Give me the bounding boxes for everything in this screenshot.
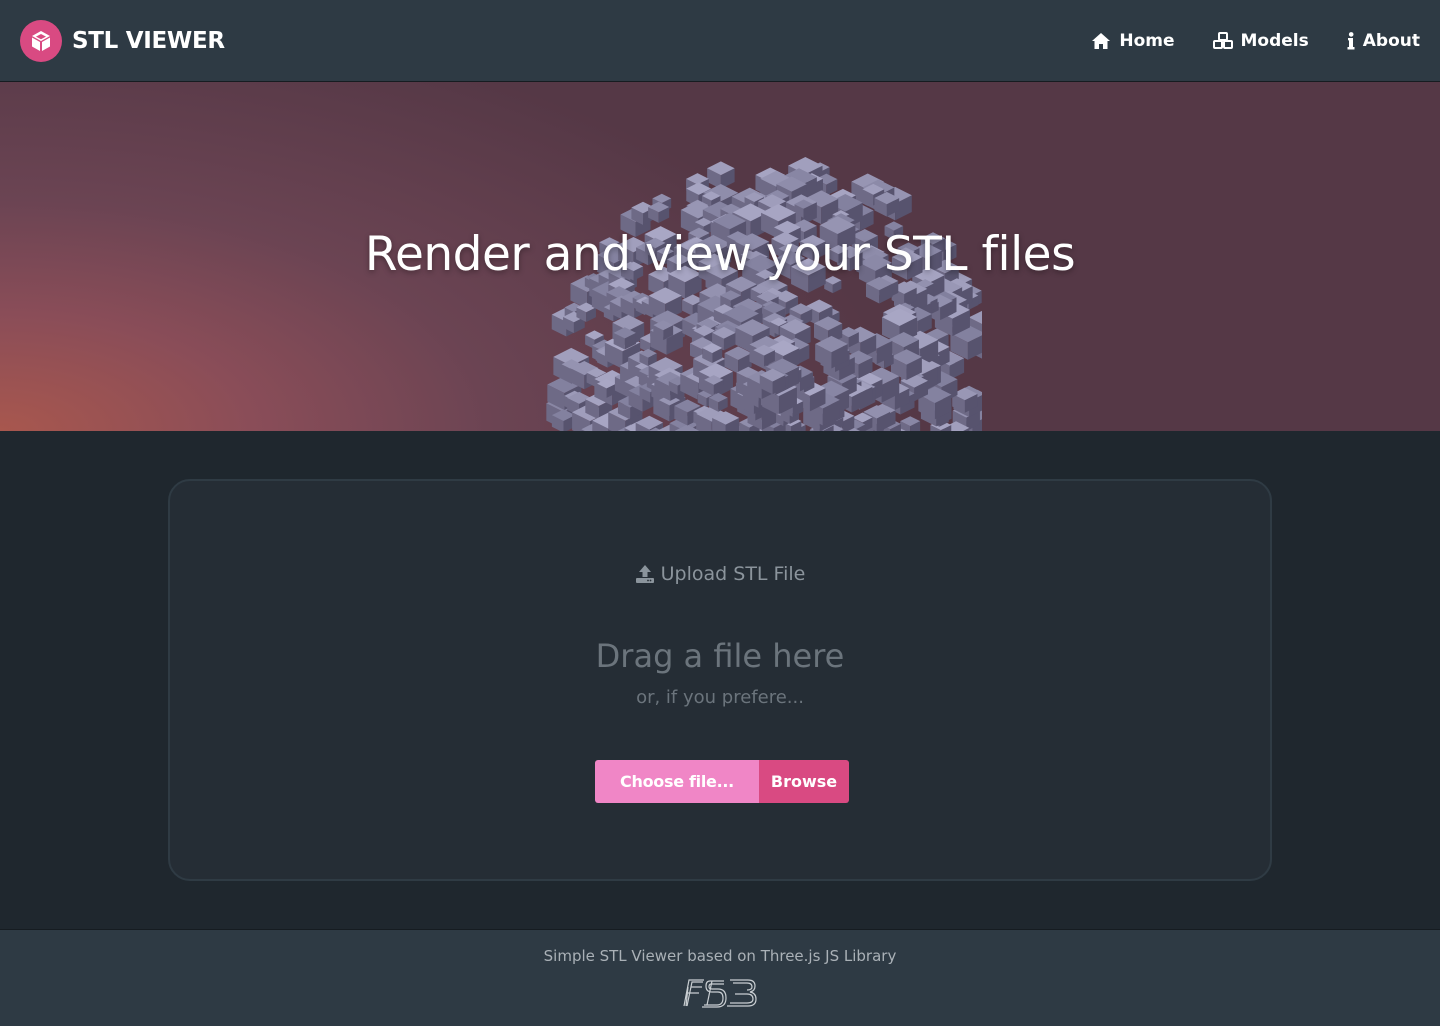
file-picker[interactable]: Choose file... Browse <box>595 760 849 803</box>
cube-shape <box>900 416 921 431</box>
browse-button[interactable]: Browse <box>759 760 849 803</box>
brand[interactable]: STL VIEWER <box>20 20 225 62</box>
drag-title: Drag a file here <box>595 637 845 675</box>
nav-home[interactable]: Home <box>1091 28 1175 54</box>
drag-subtitle: or, if you prefere... <box>636 687 804 708</box>
upload-heading: Upload STL File <box>170 563 1270 585</box>
upload-heading-label: Upload STL File <box>660 563 806 585</box>
choose-file-input[interactable]: Choose file... <box>595 760 759 803</box>
hero-title: Render and view your STL files <box>364 227 1076 282</box>
fesb-logo <box>683 979 757 1008</box>
brand-name: STL VIEWER <box>72 28 225 54</box>
upload-dropzone[interactable]: Upload STL File Drag a file here or, if … <box>168 479 1272 881</box>
nav-models[interactable]: Models <box>1212 28 1309 54</box>
main-nav: Home Models About <box>1091 28 1420 54</box>
footer-text: Simple STL Viewer based on Three.js JS L… <box>543 947 897 965</box>
cube-sphere-image <box>546 157 982 431</box>
nav-home-label: Home <box>1119 31 1175 51</box>
nav-about[interactable]: About <box>1347 28 1420 54</box>
cube-icon <box>20 20 62 62</box>
upload-icon <box>635 565 654 583</box>
info-icon <box>1347 32 1355 50</box>
footer: Simple STL Viewer based on Three.js JS L… <box>0 929 1440 1026</box>
home-icon <box>1092 33 1111 49</box>
hero-banner: Render and view your STL files <box>0 82 1440 431</box>
cubes-icon <box>1212 32 1233 49</box>
nav-models-label: Models <box>1240 31 1309 51</box>
nav-about-label: About <box>1362 31 1420 51</box>
navbar: STL VIEWER Home Models About <box>0 0 1440 82</box>
